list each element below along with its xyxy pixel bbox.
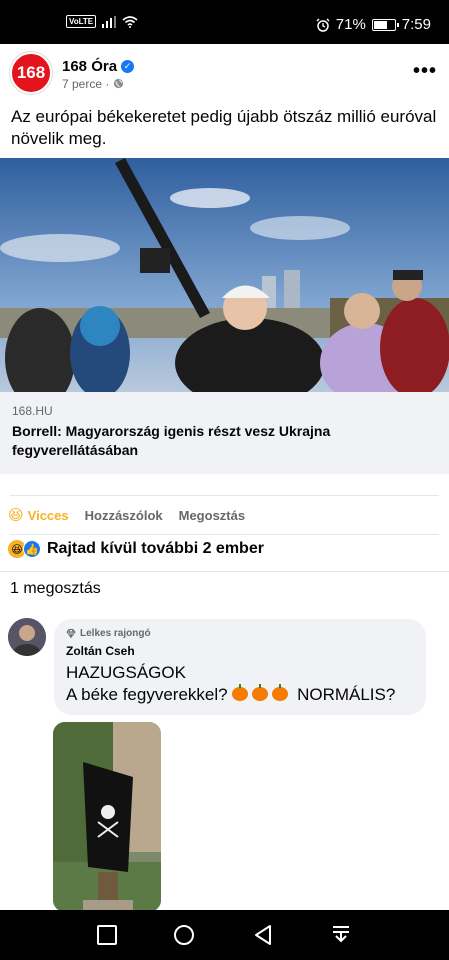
- volte-badge: VoLTE: [66, 15, 97, 28]
- battery-icon: [371, 18, 399, 31]
- post-time[interactable]: 7 perce: [62, 77, 102, 91]
- divider: [10, 495, 439, 496]
- comment-author[interactable]: Zoltán Cseh: [66, 644, 414, 658]
- react-button[interactable]: 😆 Vicces: [8, 506, 69, 524]
- pumpkin-emoji-icon: [272, 684, 289, 701]
- commenter-avatar-illustration: [8, 618, 46, 656]
- react-label: Vicces: [27, 507, 69, 523]
- comment-bubble[interactable]: Lelkes rajongó Zoltán Cseh HAZUGSÁGOK A …: [54, 619, 426, 715]
- system-nav-bar: [0, 910, 449, 960]
- globe-icon: [113, 78, 123, 89]
- alarm-icon: [316, 18, 330, 32]
- comment-line-1: HAZUGSÁGOK: [66, 663, 186, 682]
- haha-emoji-icon: 😆: [8, 507, 24, 524]
- diamond-icon: [66, 629, 76, 638]
- share-label: Megosztás: [178, 507, 246, 523]
- meta-separator: ·: [105, 77, 110, 91]
- share-count[interactable]: 1 megosztás: [10, 580, 101, 598]
- home-circle-icon[interactable]: [173, 924, 195, 946]
- recents-square-icon[interactable]: [96, 924, 118, 946]
- page-avatar[interactable]: 168: [10, 52, 52, 94]
- pumpkin-emoji-icon: [232, 684, 249, 701]
- page-logo: 168: [16, 63, 46, 82]
- comment-line-2-suffix: NORMÁLIS?: [297, 685, 396, 704]
- comment-image-illustration: [53, 722, 161, 912]
- share-button[interactable]: Megosztás: [179, 508, 245, 523]
- action-bar: 😆 Vicces Hozzászólok Megosztás: [8, 502, 441, 528]
- link-title[interactable]: Borrell: Magyarország igenis részt vesz …: [12, 422, 419, 460]
- page-name-row[interactable]: 168 Óra ✓: [62, 58, 135, 75]
- reaction-icons: 😆 👍: [8, 540, 41, 558]
- comment-line-2: A béke fegyverekkel? NORMÁLIS?: [66, 684, 414, 706]
- link-domain: 168.HU: [12, 404, 53, 418]
- link-preview-image[interactable]: [0, 158, 449, 392]
- reactions-summary[interactable]: 😆 👍 Rajtad kívül további 2 ember: [8, 540, 441, 558]
- comment-image[interactable]: [53, 722, 161, 912]
- notification-pulldown-icon[interactable]: [330, 924, 352, 946]
- back-triangle-icon[interactable]: [252, 924, 274, 946]
- status-bar: VoLTE 71% 7:59: [0, 0, 449, 44]
- comment-button[interactable]: Hozzászólok: [85, 508, 163, 523]
- comment-label: Hozzászólok: [84, 507, 163, 523]
- wifi-icon: [122, 15, 138, 28]
- signal-icon: [102, 15, 117, 28]
- link-preview[interactable]: 168.HU Borrell: Magyarország igenis rész…: [0, 392, 449, 474]
- post-text: Az európai békekeretet pedig újabb ötszá…: [11, 107, 437, 148]
- post-meta: 7 perce ·: [62, 77, 124, 91]
- page-name[interactable]: 168 Óra: [62, 58, 117, 75]
- post-header: 168 168 Óra ✓ 7 perce · •••: [10, 50, 439, 98]
- comment-line-2-prefix: A béke fegyverekkel?: [66, 685, 228, 704]
- like-reaction-icon: 👍: [23, 540, 41, 558]
- fan-badge: Lelkes rajongó: [66, 628, 414, 639]
- battery-fill: [373, 20, 388, 29]
- fan-badge-label: Lelkes rajongó: [80, 628, 151, 639]
- commenter-avatar[interactable]: [8, 618, 46, 656]
- divider: [0, 571, 449, 572]
- verified-badge-icon: ✓: [121, 60, 135, 73]
- pumpkin-emoji-icon: [252, 684, 269, 701]
- reactions-text: Rajtad kívül további 2 ember: [47, 540, 264, 557]
- more-options-icon[interactable]: •••: [413, 60, 437, 83]
- photo-illustration: [0, 158, 449, 392]
- divider: [10, 534, 439, 535]
- clock: 7:59: [401, 16, 431, 33]
- battery-percent: 71%: [335, 16, 366, 33]
